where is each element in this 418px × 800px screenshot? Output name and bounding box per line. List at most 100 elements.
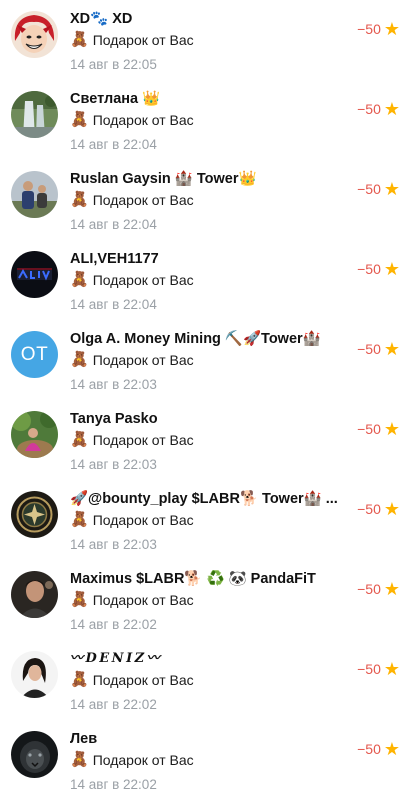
gift-label: Подарок от Вас: [92, 352, 194, 368]
gift-label: Подарок от Вас: [92, 272, 194, 288]
star-icon: ★: [383, 19, 400, 39]
timestamp: 14 авг в 22:04: [70, 137, 157, 152]
amount-value: −50: [357, 581, 381, 597]
amount-value: −50: [357, 101, 381, 117]
subtitle: 🧸 Подарок от Вас: [70, 351, 194, 369]
star-icon: ★: [383, 499, 400, 519]
transaction-row[interactable]: OT Olga A. Money Mining ⛏️🚀Tower🏰 🧸 Пода…: [0, 320, 418, 400]
subtitle: 🧸 Подарок от Вас: [70, 671, 194, 689]
timestamp: 14 авг в 22:04: [70, 217, 157, 232]
star-icon: ★: [383, 259, 400, 279]
subtitle: 🧸 Подарок от Вас: [70, 511, 194, 529]
transaction-row[interactable]: ALI,VEH1177 🧸 Подарок от Вас 14 авг в 22…: [0, 240, 418, 320]
contact-name: Светлана 👑: [70, 91, 161, 107]
avatar: [11, 571, 58, 618]
timestamp: 14 авг в 22:04: [70, 297, 157, 312]
star-icon: ★: [383, 419, 400, 439]
avatar: [11, 11, 58, 58]
amount-value: −50: [357, 181, 381, 197]
contact-name: ALI,VEH1177: [70, 251, 159, 267]
stars-amount: −50 ★: [357, 500, 400, 518]
avatar: [11, 411, 58, 458]
gift-label: Подарок от Вас: [92, 512, 194, 528]
stars-amount: −50 ★: [357, 20, 400, 38]
amount-value: −50: [357, 341, 381, 357]
transaction-row[interactable]: Лев 🧸 Подарок от Вас 14 авг в 22:02 −50 …: [0, 720, 418, 800]
teddy-bear-icon: 🧸: [70, 111, 89, 128]
subtitle: 🧸 Подарок от Вас: [70, 271, 194, 289]
avatar: [11, 91, 58, 138]
teddy-bear-icon: 🧸: [70, 511, 89, 528]
teddy-bear-icon: 🧸: [70, 591, 89, 608]
timestamp: 14 авг в 22:03: [70, 457, 157, 472]
contact-name: Tanya Pasko: [70, 411, 158, 427]
amount-value: −50: [357, 661, 381, 677]
amount-value: −50: [357, 741, 381, 757]
subtitle: 🧸 Подарок от Вас: [70, 111, 194, 129]
contact-name: 〰𝑫𝑬𝑵𝑰𝒁〰: [70, 651, 163, 666]
gift-label: Подарок от Вас: [92, 672, 194, 688]
subtitle: 🧸 Подарок от Вас: [70, 751, 194, 769]
gift-label: Подарок от Вас: [92, 32, 194, 48]
star-icon: ★: [383, 99, 400, 119]
teddy-bear-icon: 🧸: [70, 31, 89, 48]
contact-name: Лев: [70, 731, 98, 747]
gift-label: Подарок от Вас: [92, 592, 194, 608]
contact-name: 🚀@bounty_play $LABR🐕 Tower🏰 ...: [70, 491, 338, 507]
transaction-row[interactable]: Tanya Pasko 🧸 Подарок от Вас 14 авг в 22…: [0, 400, 418, 480]
timestamp: 14 авг в 22:03: [70, 377, 157, 392]
teddy-bear-icon: 🧸: [70, 431, 89, 448]
avatar: [11, 651, 58, 698]
star-icon: ★: [383, 739, 400, 759]
teddy-bear-icon: 🧸: [70, 191, 89, 208]
star-icon: ★: [383, 659, 400, 679]
timestamp: 14 авг в 22:03: [70, 537, 157, 552]
timestamp: 14 авг в 22:02: [70, 697, 157, 712]
transaction-row[interactable]: Ruslan Gaysin 🏰 Tower👑 🧸 Подарок от Вас …: [0, 160, 418, 240]
stars-amount: −50 ★: [357, 100, 400, 118]
amount-value: −50: [357, 421, 381, 437]
subtitle: 🧸 Подарок от Вас: [70, 191, 194, 209]
amount-value: −50: [357, 501, 381, 517]
star-icon: ★: [383, 179, 400, 199]
subtitle: 🧸 Подарок от Вас: [70, 591, 194, 609]
avatar: [11, 171, 58, 218]
avatar: [11, 731, 58, 778]
amount-value: −50: [357, 261, 381, 277]
timestamp: 14 авг в 22:05: [70, 57, 157, 72]
star-icon: ★: [383, 339, 400, 359]
stars-amount: −50 ★: [357, 420, 400, 438]
gift-label: Подарок от Вас: [92, 112, 194, 128]
gift-label: Подарок от Вас: [92, 192, 194, 208]
transaction-row[interactable]: 〰𝑫𝑬𝑵𝑰𝒁〰 🧸 Подарок от Вас 14 авг в 22:02 …: [0, 640, 418, 720]
teddy-bear-icon: 🧸: [70, 751, 89, 768]
stars-amount: −50 ★: [357, 340, 400, 358]
amount-value: −50: [357, 21, 381, 37]
avatar: [11, 251, 58, 298]
timestamp: 14 авг в 22:02: [70, 617, 157, 632]
transaction-row[interactable]: 🚀@bounty_play $LABR🐕 Tower🏰 ... 🧸 Подаро…: [0, 480, 418, 560]
timestamp: 14 авг в 22:02: [70, 777, 157, 792]
star-icon: ★: [383, 579, 400, 599]
stars-amount: −50 ★: [357, 580, 400, 598]
teddy-bear-icon: 🧸: [70, 351, 89, 368]
transaction-row[interactable]: Maximus $LABR🐕 ♻️ 🐼 PandaFiT 🧸 Подарок о…: [0, 560, 418, 640]
gift-label: Подарок от Вас: [92, 432, 194, 448]
teddy-bear-icon: 🧸: [70, 271, 89, 288]
stars-amount: −50 ★: [357, 180, 400, 198]
transaction-row[interactable]: Светлана 👑 🧸 Подарок от Вас 14 авг в 22:…: [0, 80, 418, 160]
transaction-row[interactable]: XD🐾 XD 🧸 Подарок от Вас 14 авг в 22:05 −…: [0, 0, 418, 80]
transaction-list: XD🐾 XD 🧸 Подарок от Вас 14 авг в 22:05 −…: [0, 0, 418, 800]
teddy-bear-icon: 🧸: [70, 671, 89, 688]
stars-amount: −50 ★: [357, 260, 400, 278]
gift-label: Подарок от Вас: [92, 752, 194, 768]
stars-amount: −50 ★: [357, 740, 400, 758]
contact-name: Ruslan Gaysin 🏰 Tower👑: [70, 171, 257, 187]
stars-amount: −50 ★: [357, 660, 400, 678]
avatar-initials: OT: [11, 331, 58, 378]
contact-name: Olga A. Money Mining ⛏️🚀Tower🏰: [70, 331, 321, 347]
avatar: [11, 491, 58, 538]
contact-name: Maximus $LABR🐕 ♻️ 🐼 PandaFiT: [70, 571, 316, 587]
contact-name: XD🐾 XD: [70, 11, 133, 27]
subtitle: 🧸 Подарок от Вас: [70, 431, 194, 449]
